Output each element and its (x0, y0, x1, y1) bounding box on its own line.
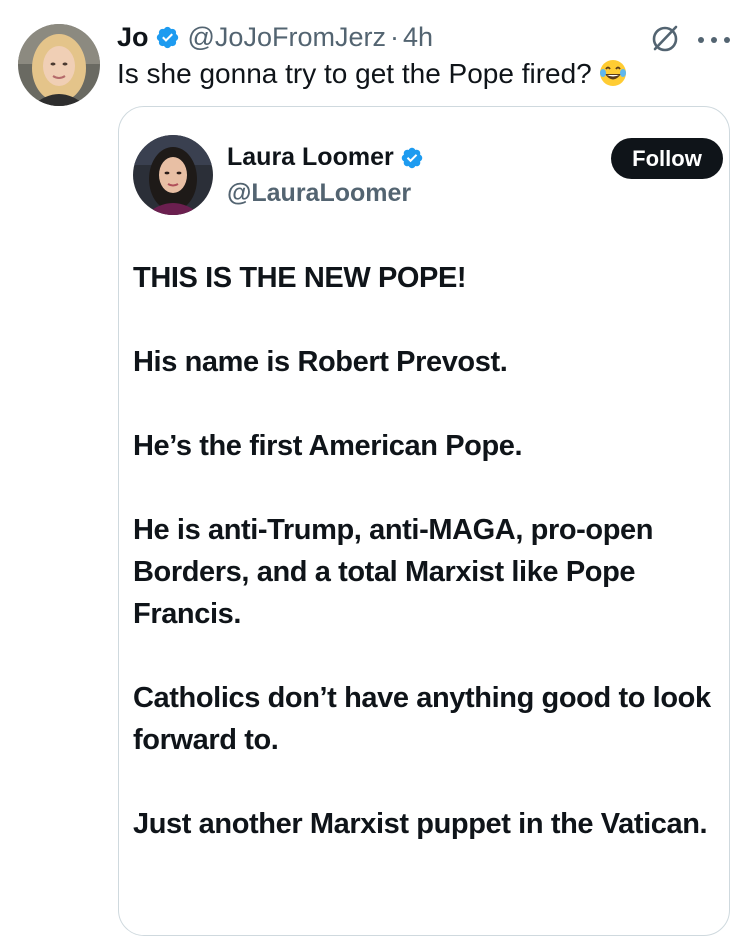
quoted-paragraph: THIS IS THE NEW POPE! (133, 262, 467, 294)
quoted-paragraph: He’s the first American Pope. (133, 430, 523, 462)
post-timestamp[interactable]: 4h (403, 22, 433, 53)
quoted-name-row: Laura Loomer (227, 143, 424, 172)
verified-badge-icon (156, 26, 178, 48)
quoted-post-text: THIS IS THE NEW POPE! His name is Robert… (133, 257, 725, 887)
post-text: Is she gonna try to get the Pope fired? (117, 56, 628, 92)
more-options-icon[interactable] (696, 36, 732, 44)
quoted-post-card[interactable]: Laura Loomer @LauraLoomer Follow THIS IS… (118, 106, 730, 936)
grok-icon[interactable] (650, 24, 680, 54)
follow-button[interactable]: Follow (611, 138, 723, 179)
quoted-author-avatar[interactable] (133, 135, 213, 215)
author-avatar[interactable] (18, 24, 100, 106)
tweet: Jo @JoJoFromJerz · 4h Is she gonna try t… (0, 0, 749, 936)
quoted-author-handle[interactable]: @LauraLoomer (227, 179, 411, 208)
quoted-paragraph: He is anti-Trump, anti-MAGA, pro-open Bo… (133, 514, 654, 630)
author-handle[interactable]: @JoJoFromJerz (188, 22, 386, 53)
separator-dot: · (389, 21, 399, 52)
post-header: Jo @JoJoFromJerz · 4h (117, 20, 433, 54)
post-text-content: Is she gonna try to get the Pope fired? (117, 58, 592, 89)
quoted-author-display-name[interactable]: Laura Loomer (227, 143, 394, 172)
quoted-paragraph: His name is Robert Prevost. (133, 346, 508, 378)
quoted-paragraph: Just another Marxist puppet in the Vatic… (133, 808, 708, 840)
verified-badge-icon (401, 147, 422, 168)
author-display-name[interactable]: Jo (117, 22, 149, 53)
face-with-tears-of-joy-emoji (599, 60, 626, 86)
quoted-paragraph: Catholics don’t have anything good to lo… (133, 682, 711, 756)
